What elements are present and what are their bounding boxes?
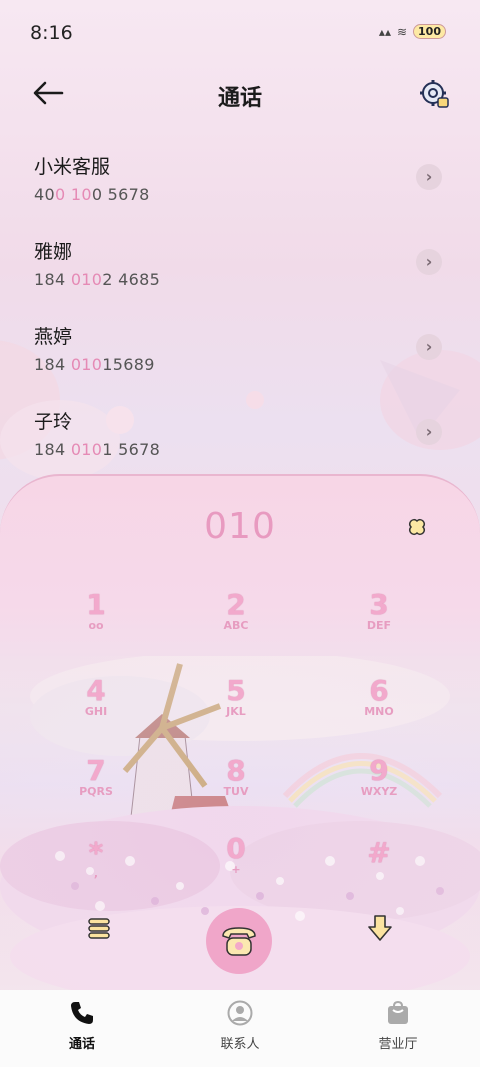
call-button[interactable] — [206, 908, 272, 974]
contact-name: 子玲 — [34, 411, 73, 433]
dialpad-key-2[interactable]: 2 ABC — [186, 588, 286, 658]
contact-number: 400 100 5678 — [34, 185, 150, 204]
status-icons: ▴▴ ≋ 100 — [379, 24, 446, 39]
dialpad-key-8[interactable]: 8 TUV — [186, 754, 286, 824]
phone-icon — [71, 1002, 93, 1024]
details-chevron-icon[interactable]: › — [416, 249, 442, 275]
details-chevron-icon[interactable]: › — [416, 334, 442, 360]
voicemail-icon: oo — [88, 619, 104, 632]
contact-number: 184 01015689 — [34, 355, 155, 374]
dialpad-key-0[interactable]: 0 + — [186, 832, 286, 902]
dialpad-key-9[interactable]: 9 WXYZ — [329, 754, 429, 824]
tab-contacts-label: 联系人 — [220, 1037, 260, 1052]
tab-service-hall-label: 营业厅 — [378, 1037, 418, 1052]
details-chevron-icon[interactable]: › — [416, 164, 442, 190]
details-chevron-icon[interactable]: › — [416, 419, 442, 445]
contact-name: 燕婷 — [34, 326, 73, 348]
menu-icon[interactable] — [87, 916, 111, 940]
dialpad-panel: 010 1 oo 2 ABC 3 DEF 4 GHI 5 JKL 6 MNO 7… — [0, 474, 480, 990]
status-bar: 8:16 ▴▴ ≋ 100 — [0, 0, 480, 66]
contact-number: 184 0102 4685 — [34, 270, 161, 289]
bottom-navigation: 通话 联系人 营业厅 — [0, 990, 480, 1067]
dialpad-key-1[interactable]: 1 oo — [46, 588, 146, 658]
tab-service-hall[interactable]: 营业厅 — [348, 1000, 448, 1052]
contact-row[interactable]: 雅娜 184 0102 4685 › — [0, 233, 480, 318]
contact-name: 雅娜 — [34, 241, 73, 263]
page-title: 通话 — [217, 86, 262, 111]
tab-calls[interactable]: 通话 — [32, 1000, 132, 1052]
dialpad-key-7[interactable]: 7 PQRS — [46, 754, 146, 824]
person-icon — [227, 1000, 253, 1026]
dialpad-key-5[interactable]: 5 JKL — [186, 674, 286, 744]
contact-name: 小米客服 — [34, 156, 111, 178]
tab-calls-label: 通话 — [68, 1037, 95, 1052]
signal-icon: ▴▴ — [378, 24, 391, 39]
contact-number: 184 0101 5678 — [34, 440, 161, 459]
phone-call-icon — [222, 927, 256, 956]
header: 通话 — [0, 70, 480, 120]
dialpad-key-hash[interactable]: # — [329, 836, 429, 906]
settings-gear-icon[interactable] — [418, 78, 450, 110]
collapse-dialpad-arrow-icon[interactable] — [366, 914, 394, 942]
dialpad-key-star[interactable]: * , — [46, 836, 146, 906]
dialpad-key-3[interactable]: 3 DEF — [329, 588, 429, 658]
shopping-bag-icon — [388, 1000, 408, 1024]
contact-list: 小米客服 400 100 5678 › 雅娜 184 0102 4685 › 燕… — [0, 148, 480, 488]
tab-contacts[interactable]: 联系人 — [190, 1000, 290, 1052]
contact-row[interactable]: 燕婷 184 01015689 › — [0, 318, 480, 403]
wifi-icon: ≋ — [396, 24, 408, 39]
dialpad-key-6[interactable]: 6 MNO — [329, 674, 429, 744]
contact-row[interactable]: 小米客服 400 100 5678 › — [0, 148, 480, 233]
battery-indicator: 100 — [413, 24, 446, 39]
delete-backspace-icon[interactable] — [406, 518, 428, 540]
dialpad-key-4[interactable]: 4 GHI — [46, 674, 146, 744]
status-time: 8:16 — [30, 22, 73, 44]
